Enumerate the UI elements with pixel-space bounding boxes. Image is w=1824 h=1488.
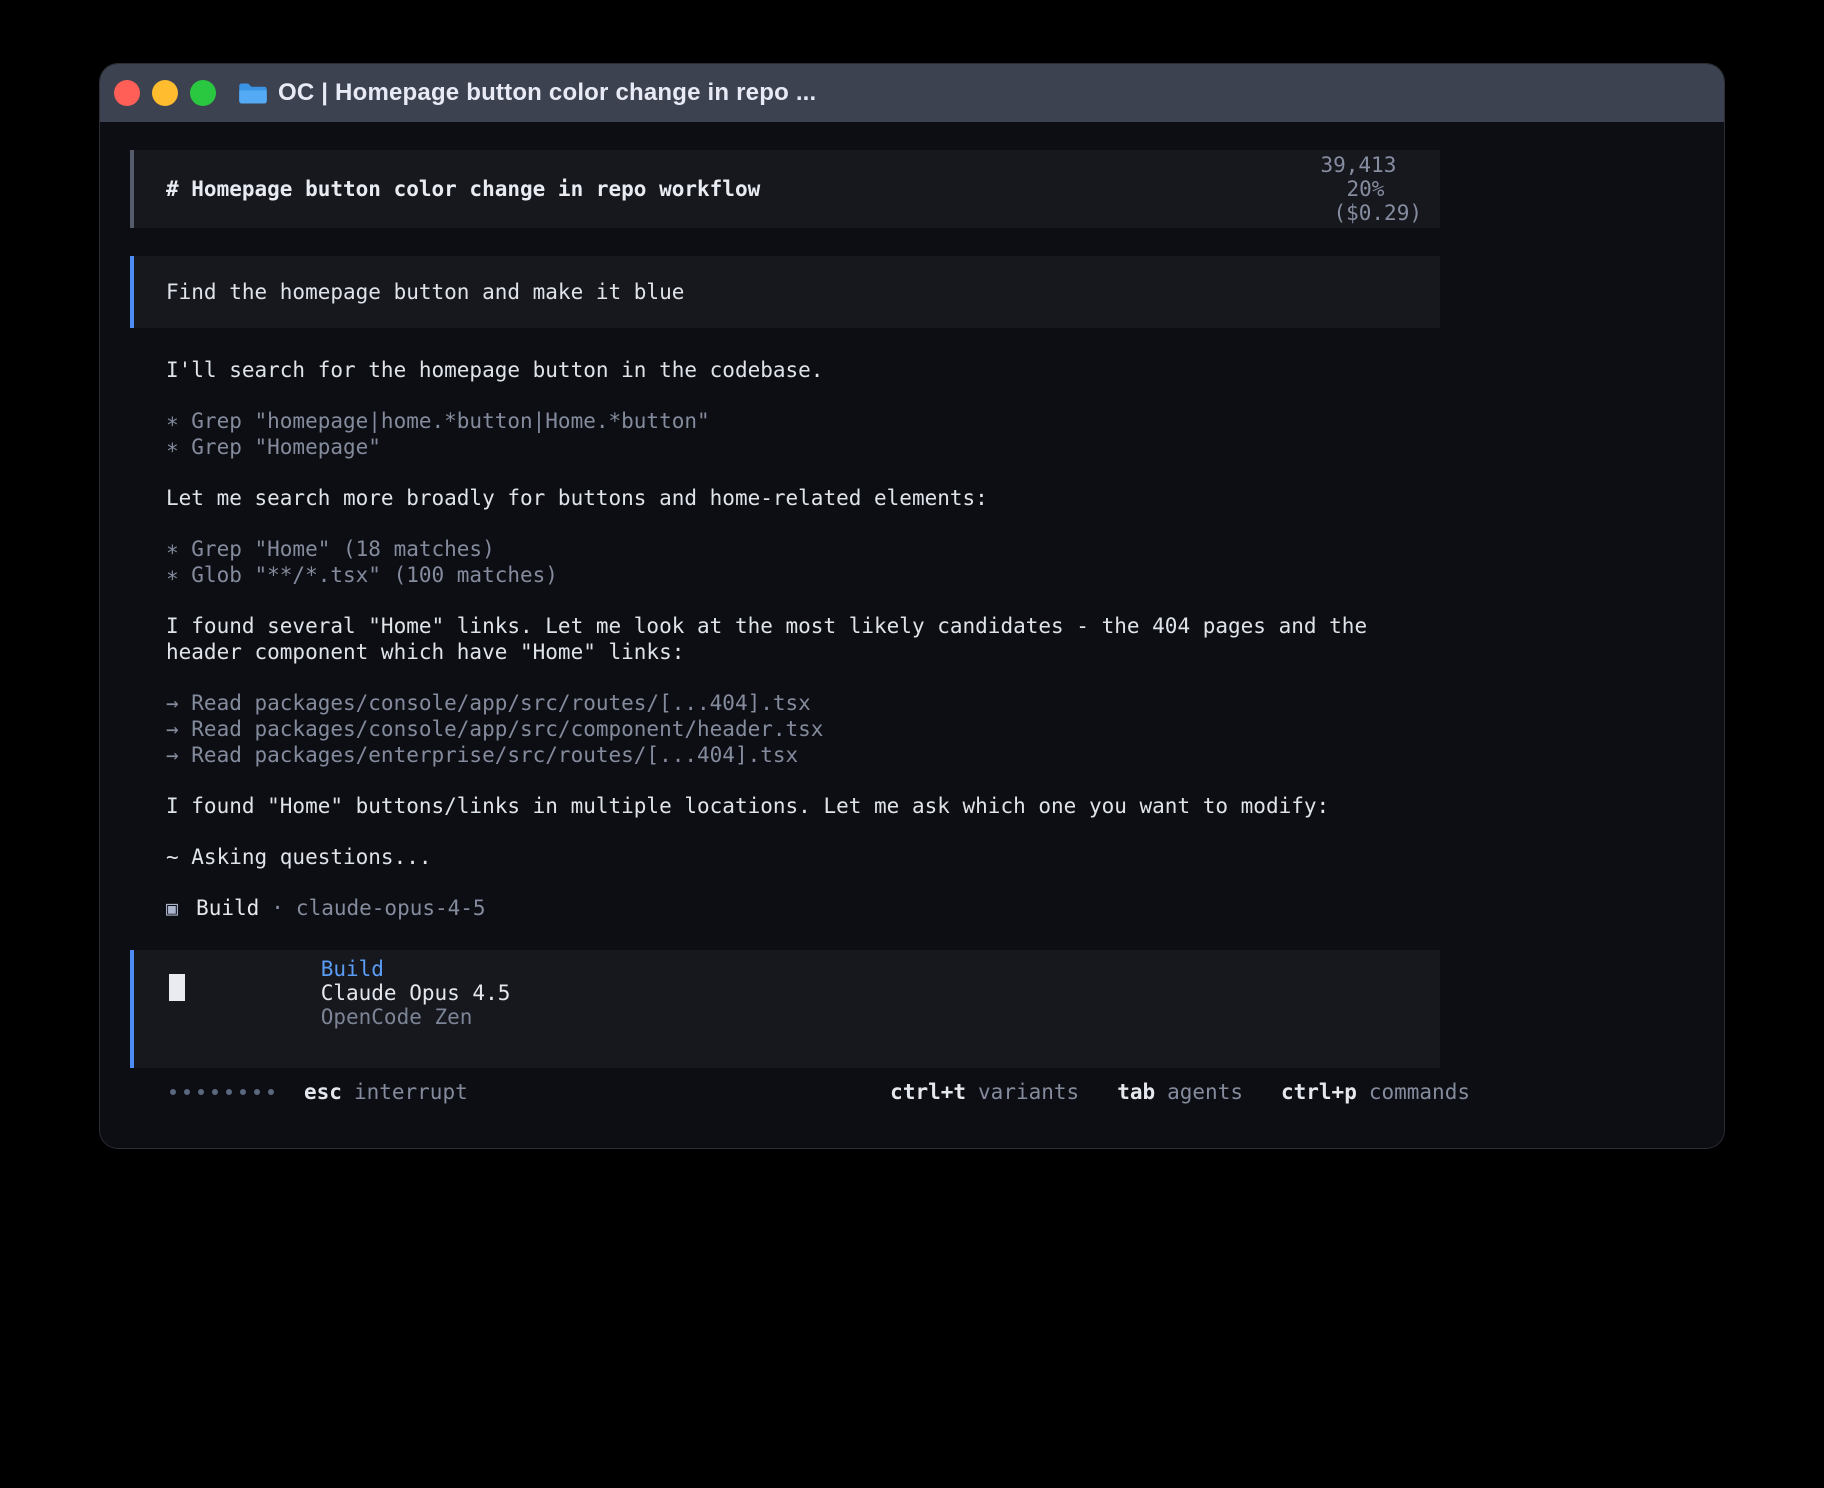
model-label: Claude Opus 4.5 <box>321 981 511 1005</box>
token-count: 39,413 <box>1320 153 1396 177</box>
folder-icon <box>238 81 268 106</box>
traffic-lights <box>114 80 216 106</box>
agent-name: Build <box>196 895 259 921</box>
session-content: # Homepage button color change in repo w… <box>130 150 1440 1107</box>
session-title: # Homepage button color change in repo w… <box>166 177 760 201</box>
shortcut-interrupt: esc interrupt <box>304 1080 468 1104</box>
status-left: esc interrupt <box>170 1080 468 1104</box>
shortcut-variants: ctrl+t variants <box>890 1080 1079 1104</box>
tool-call-line: ∗ Glob "**/*.tsx" (100 matches) <box>166 562 1440 588</box>
tool-call-line: → Read packages/console/app/src/componen… <box>166 716 1440 742</box>
tool-call-line: → Read packages/enterprise/src/routes/[.… <box>166 742 1440 768</box>
tool-call-line: ∗ Grep "homepage|home.*button|Home.*butt… <box>166 408 1440 434</box>
status-right: ctrl+t variants tab agents ctrl+p comman… <box>890 1080 1470 1104</box>
tool-calls-grep: ∗ Grep "homepage|home.*button|Home.*butt… <box>166 408 1440 460</box>
window-title: OC | Homepage button color change in rep… <box>278 79 816 107</box>
terminal-window: OC | Homepage button color change in rep… <box>100 64 1724 1148</box>
window-titlebar[interactable]: OC | Homepage button color change in rep… <box>100 64 1724 122</box>
session-stats: 39,413 20% ($0.29) <box>1169 129 1422 249</box>
mode-label[interactable]: Build <box>321 957 384 981</box>
tool-call-line: ∗ Grep "Homepage" <box>166 434 1440 460</box>
input-footer: Build Claude Opus 4.5 OpenCode Zen <box>169 933 524 1053</box>
shortcut-agents: tab agents <box>1117 1080 1243 1104</box>
close-button[interactable] <box>114 80 140 106</box>
agent-model: claude-opus-4-5 <box>296 895 486 921</box>
tool-call-line: → Read packages/console/app/src/routes/[… <box>166 690 1440 716</box>
shortcut-commands: ctrl+p commands <box>1281 1080 1470 1104</box>
agent-badge: ▣ Build · claude-opus-4-5 <box>166 895 1440 921</box>
context-percent: 20% <box>1346 177 1384 201</box>
assistant-text: Let me search more broadly for buttons a… <box>166 485 1440 511</box>
session-header: # Homepage button color change in repo w… <box>130 150 1440 228</box>
user-message-text: Find the homepage button and make it blu… <box>166 280 684 304</box>
minimize-button[interactable] <box>152 80 178 106</box>
agent-icon: ▣ <box>166 895 178 921</box>
provider-label: OpenCode Zen <box>321 1005 473 1029</box>
prompt-input[interactable]: Build Claude Opus 4.5 OpenCode Zen <box>130 950 1440 1068</box>
session-cost: ($0.29) <box>1333 201 1422 225</box>
tool-call-line: ∗ Grep "Home" (18 matches) <box>166 536 1440 562</box>
assistant-text: I'll search for the homepage button in t… <box>166 357 1440 383</box>
tool-calls-grep-glob: ∗ Grep "Home" (18 matches) ∗ Glob "**/*.… <box>166 536 1440 588</box>
assistant-text: I found "Home" buttons/links in multiple… <box>166 793 1440 819</box>
status-bar: esc interrupt ctrl+t variants tab agents <box>160 1077 1470 1107</box>
assistant-status: ~ Asking questions... <box>166 844 1440 870</box>
tool-calls-read: → Read packages/console/app/src/routes/[… <box>166 690 1440 768</box>
zoom-button[interactable] <box>190 80 216 106</box>
assistant-text: I found several "Home" links. Let me loo… <box>166 613 1440 665</box>
terminal-body: # Homepage button color change in repo w… <box>100 150 1724 1148</box>
user-message: Find the homepage button and make it blu… <box>130 256 1440 328</box>
conversation: I'll search for the homepage button in t… <box>130 357 1440 921</box>
spinner-dots <box>170 1089 274 1095</box>
separator-dot: · <box>271 895 284 921</box>
desktop: OC | Homepage button color change in rep… <box>0 0 1824 1488</box>
